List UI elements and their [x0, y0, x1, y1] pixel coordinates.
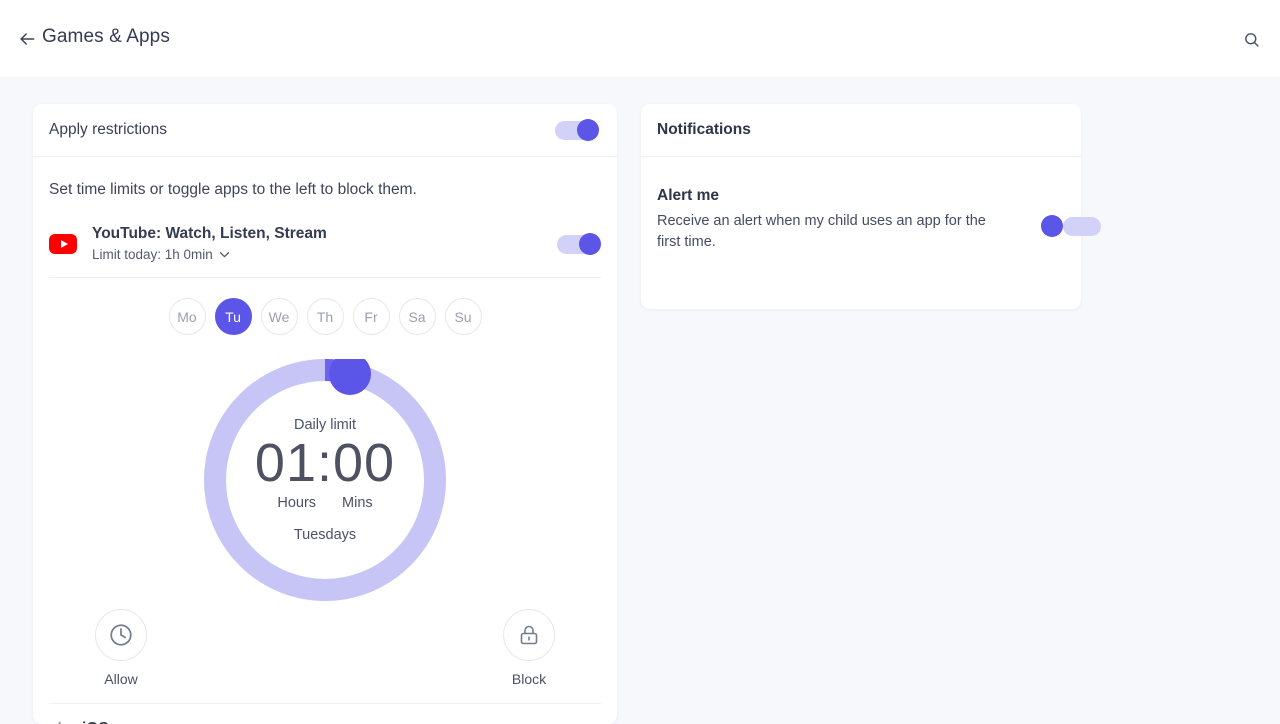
app-header: Games & Apps	[0, 0, 1280, 77]
toggle-track	[1063, 217, 1101, 236]
apply-restrictions-toggle[interactable]	[555, 119, 599, 141]
alert-me-title: Alert me	[657, 187, 720, 204]
day-pill-sa[interactable]: Sa	[398, 298, 436, 335]
day-pill-th[interactable]: Th	[306, 298, 344, 335]
toggle-knob	[577, 119, 599, 141]
dial-center-content: Daily limit 01:00 Hours Mins Tuesdays	[204, 359, 446, 601]
notifications-card: Notifications Alert me Receive an alert …	[641, 104, 1101, 309]
app-limit-label: Limit today: 1h 0min	[92, 247, 213, 262]
daily-limit-dial[interactable]: Daily limit 01:00 Hours Mins Tuesdays	[204, 359, 446, 601]
dial-time-value: 01:00	[254, 433, 396, 494]
alert-me-text-block: Alert me Receive an alert when my child …	[657, 187, 1049, 254]
toggle-knob	[1041, 215, 1063, 237]
app-row-ios[interactable]: iOS	[49, 703, 601, 724]
alert-me-description: Receive an alert when my child uses an a…	[657, 213, 986, 251]
search-icon[interactable]	[1240, 28, 1262, 50]
dial-units: Hours Mins	[277, 495, 372, 511]
dial-day-label: Tuesdays	[293, 526, 357, 543]
app-limit-dropdown[interactable]: Limit today: 1h 0min	[92, 247, 557, 262]
restrictions-intro-text: Set time limits or toggle apps to the le…	[49, 181, 417, 198]
dial-actions: Allow Block	[49, 609, 601, 687]
alert-me-row: Alert me Receive an alert when my child …	[641, 157, 1101, 254]
restrictions-card: Apply restrictions Set time limits or to…	[33, 104, 617, 724]
block-button[interactable]: Block	[499, 609, 559, 687]
apple-icon	[49, 718, 69, 724]
dial-hours-unit: Hours	[277, 494, 317, 511]
day-pill-we[interactable]: We	[260, 298, 298, 335]
app-name: YouTube: Watch, Listen, Stream	[92, 225, 327, 242]
youtube-icon	[49, 233, 77, 254]
toggle-knob	[579, 232, 601, 255]
day-selector: Mo Tu We Th Fr Sa Su	[33, 298, 617, 335]
apply-restrictions-header: Apply restrictions	[33, 104, 617, 157]
day-pill-fr[interactable]: Fr	[352, 298, 390, 335]
allow-button[interactable]: Allow	[91, 609, 151, 687]
apply-restrictions-label: Apply restrictions	[49, 121, 168, 138]
dial-mins-unit: Mins	[342, 494, 373, 511]
app-toggle-youtube[interactable]	[557, 232, 601, 255]
clock-icon	[95, 609, 147, 661]
app-name-ios: iOS	[82, 720, 109, 724]
dial-caption: Daily limit	[293, 417, 357, 434]
lock-icon	[503, 609, 555, 661]
notifications-title: Notifications	[657, 121, 751, 138]
allow-label: Allow	[104, 671, 138, 687]
page-title: Games & Apps	[42, 26, 170, 47]
play-triangle-icon	[60, 239, 68, 248]
notifications-header: Notifications	[641, 104, 1081, 157]
day-pill-su[interactable]: Su	[444, 298, 482, 335]
app-text-block: YouTube: Watch, Listen, Stream Limit tod…	[92, 225, 557, 262]
chevron-down-icon	[219, 251, 230, 258]
block-label: Block	[511, 671, 547, 687]
day-pill-mo[interactable]: Mo	[168, 298, 206, 335]
arrow-left-icon[interactable]	[16, 28, 38, 50]
day-pill-tu[interactable]: Tu	[214, 298, 252, 335]
app-row-youtube: YouTube: Watch, Listen, Stream Limit tod…	[49, 225, 601, 278]
